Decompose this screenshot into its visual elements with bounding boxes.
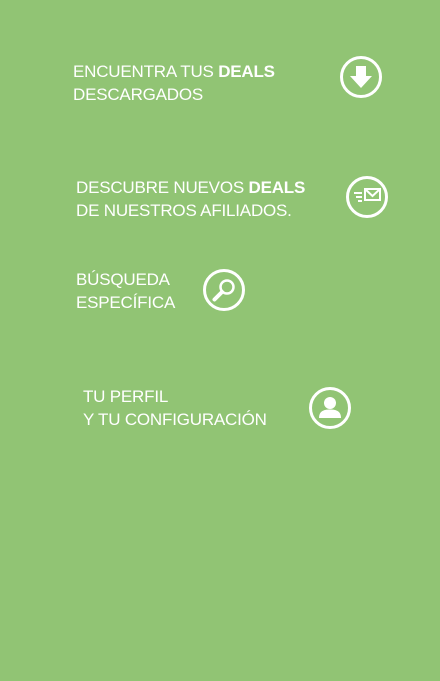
user-profile-icon	[308, 386, 352, 430]
tip-line2: DE NUESTROS AFILIADOS.	[76, 201, 292, 220]
download-arrow-icon	[339, 55, 383, 99]
tip-line1-bold: DEALS	[218, 62, 275, 81]
tip-profile-settings-text: TU PERFIL Y TU CONFIGURACIÓN	[83, 385, 267, 431]
tip-line2: DESCARGADOS	[73, 85, 204, 104]
tip-line1-prefix: ENCUENTRA TUS	[73, 62, 219, 81]
tip-line1: TU PERFIL	[83, 387, 169, 406]
tip-line1-prefix: DESCUBRE NUEVOS	[76, 178, 249, 197]
tip-downloaded-deals-text: ENCUENTRA TUS DEALS DESCARGADOS	[73, 60, 275, 106]
magnifier-icon	[202, 268, 246, 312]
tip-line2: ESPECÍFICA	[76, 293, 176, 312]
fast-mail-icon	[345, 175, 389, 219]
tip-specific-search-text: BÚSQUEDA ESPECÍFICA	[76, 268, 175, 314]
tip-discover-deals-text: DESCUBRE NUEVOS DEALS DE NUESTROS AFILIA…	[76, 176, 305, 222]
tip-line1-bold: DEALS	[248, 178, 306, 197]
tip-line2: Y TU CONFIGURACIÓN	[83, 410, 267, 429]
tip-line1: BÚSQUEDA	[76, 270, 170, 289]
